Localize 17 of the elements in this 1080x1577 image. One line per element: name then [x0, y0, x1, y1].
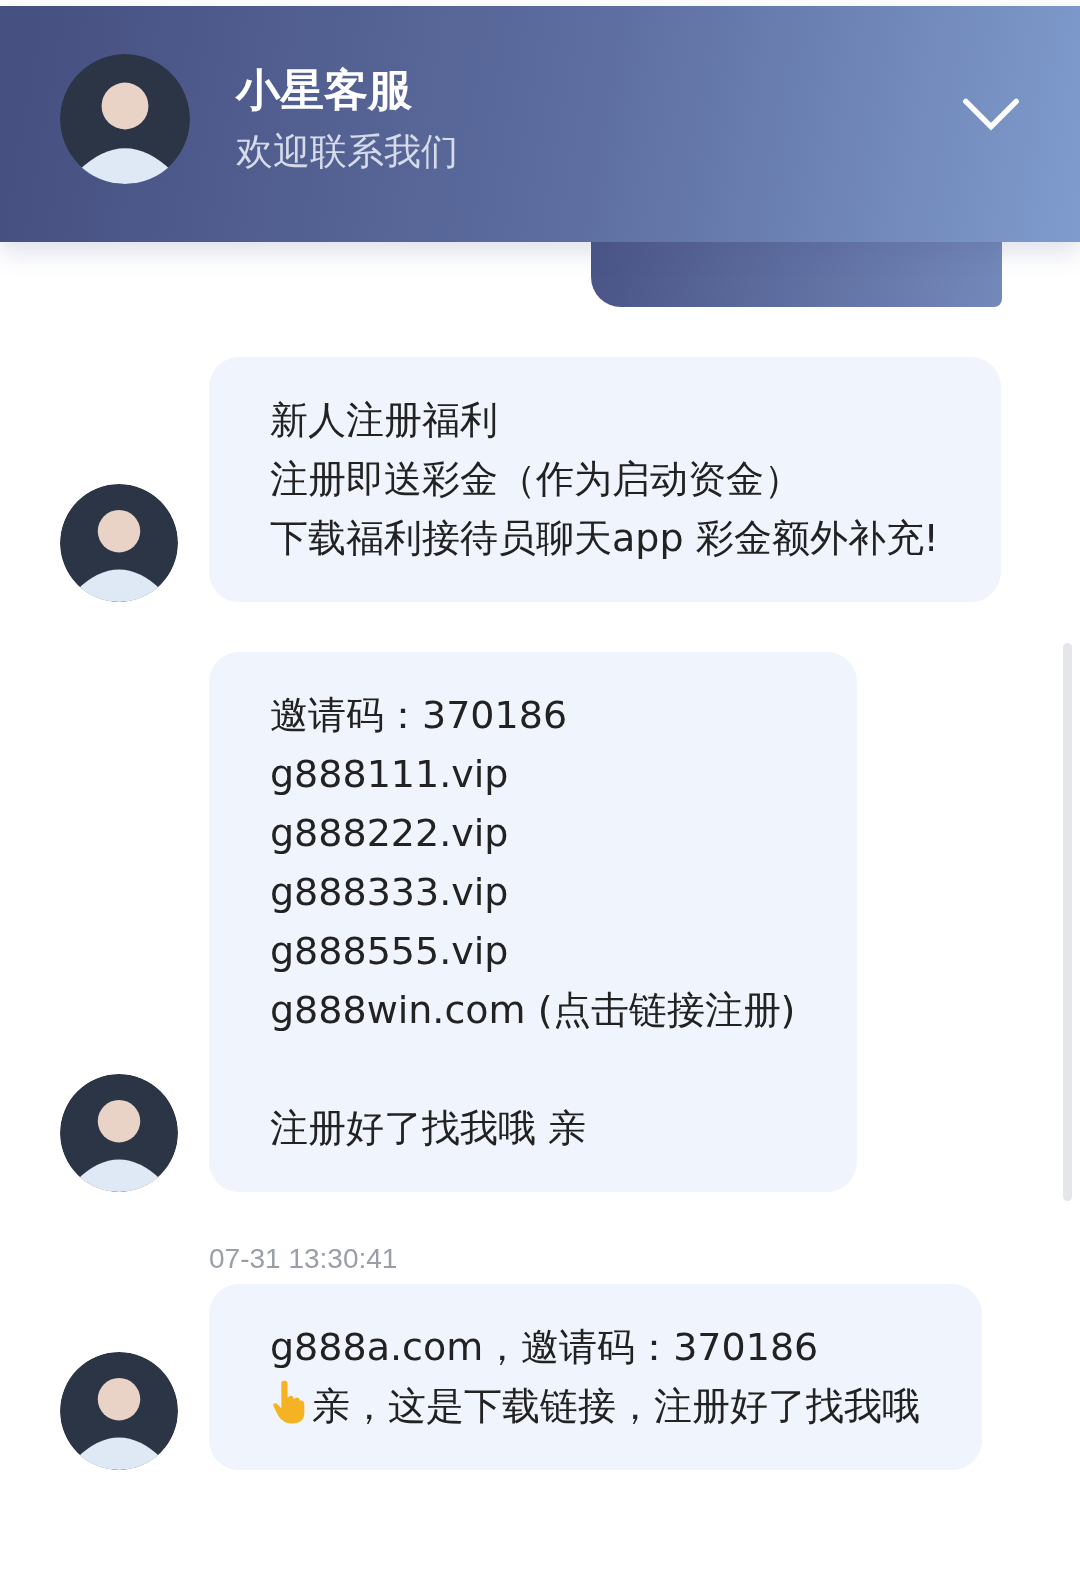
message-text: g888a.com，邀请码：370186	[270, 1325, 819, 1369]
message-text: g888222.vip	[270, 811, 509, 855]
chevron-down-icon[interactable]	[962, 96, 1020, 132]
chat-subtitle: 欢迎联系我们	[236, 129, 459, 175]
message-text: 新人注册福利	[270, 398, 498, 442]
message-text: g888win.com (点击链接注册)	[270, 988, 796, 1032]
message-text: g888555.vip	[270, 929, 509, 973]
message-text: 邀请码：370186	[270, 693, 568, 737]
message-time: 07-31 13:30:41	[209, 1242, 398, 1276]
message-text: 亲，这是下载链接，注册好了找我哦	[312, 1384, 920, 1428]
message-text: g888111.vip	[270, 752, 509, 796]
chat-title: 小星客服	[236, 63, 413, 117]
message-text: g888333.vip	[270, 870, 509, 914]
message-text: 注册好了找我哦 亲	[270, 1106, 587, 1150]
scrollbar[interactable]	[1063, 643, 1072, 1201]
message-text: 下载福利接待员聊天app 彩金额外补充!	[270, 516, 939, 560]
message-text: 注册即送彩金（作为启动资金）	[270, 457, 802, 501]
